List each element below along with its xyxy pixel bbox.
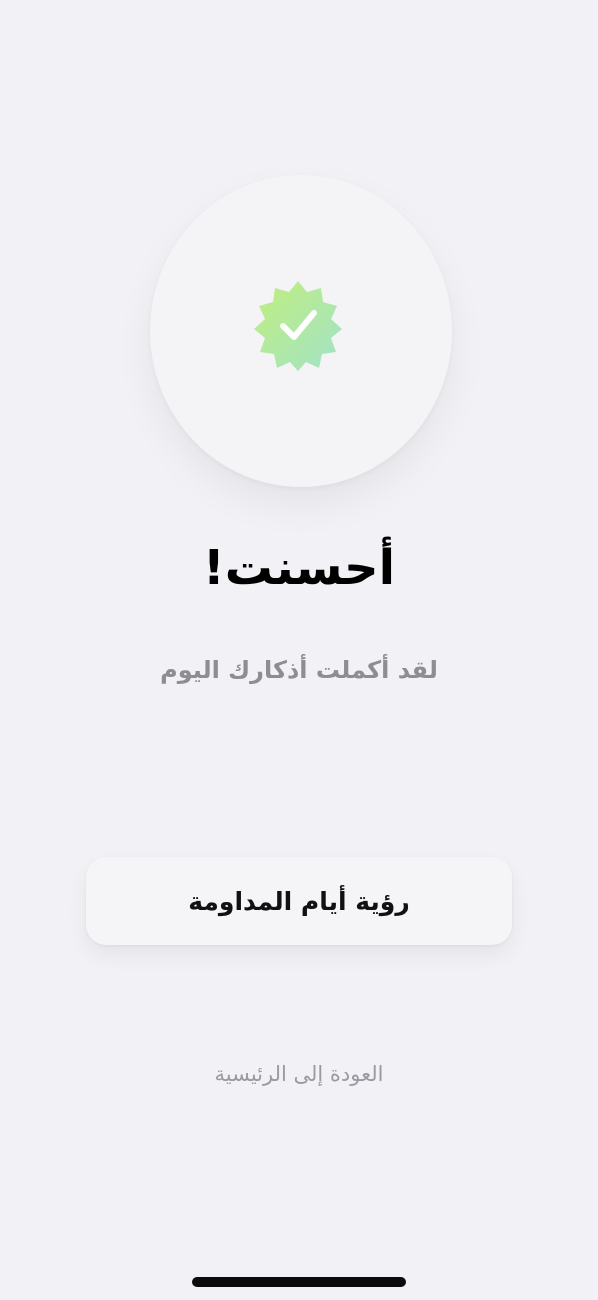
back-to-home-link[interactable]: العودة إلى الرئيسية [0, 1052, 598, 1096]
home-indicator[interactable] [192, 1277, 406, 1287]
success-subtitle: لقد أكملت أذكارك اليوم [160, 656, 438, 684]
verified-badge-check-icon [252, 279, 344, 371]
view-streak-days-label: رؤية أيام المداومة [188, 886, 410, 916]
view-streak-days-button[interactable]: رؤية أيام المداومة [86, 857, 512, 945]
completion-screen: أحسنت! لقد أكملت أذكارك اليوم رؤية أيام … [0, 0, 598, 1300]
success-title: أحسنت! [202, 540, 396, 596]
